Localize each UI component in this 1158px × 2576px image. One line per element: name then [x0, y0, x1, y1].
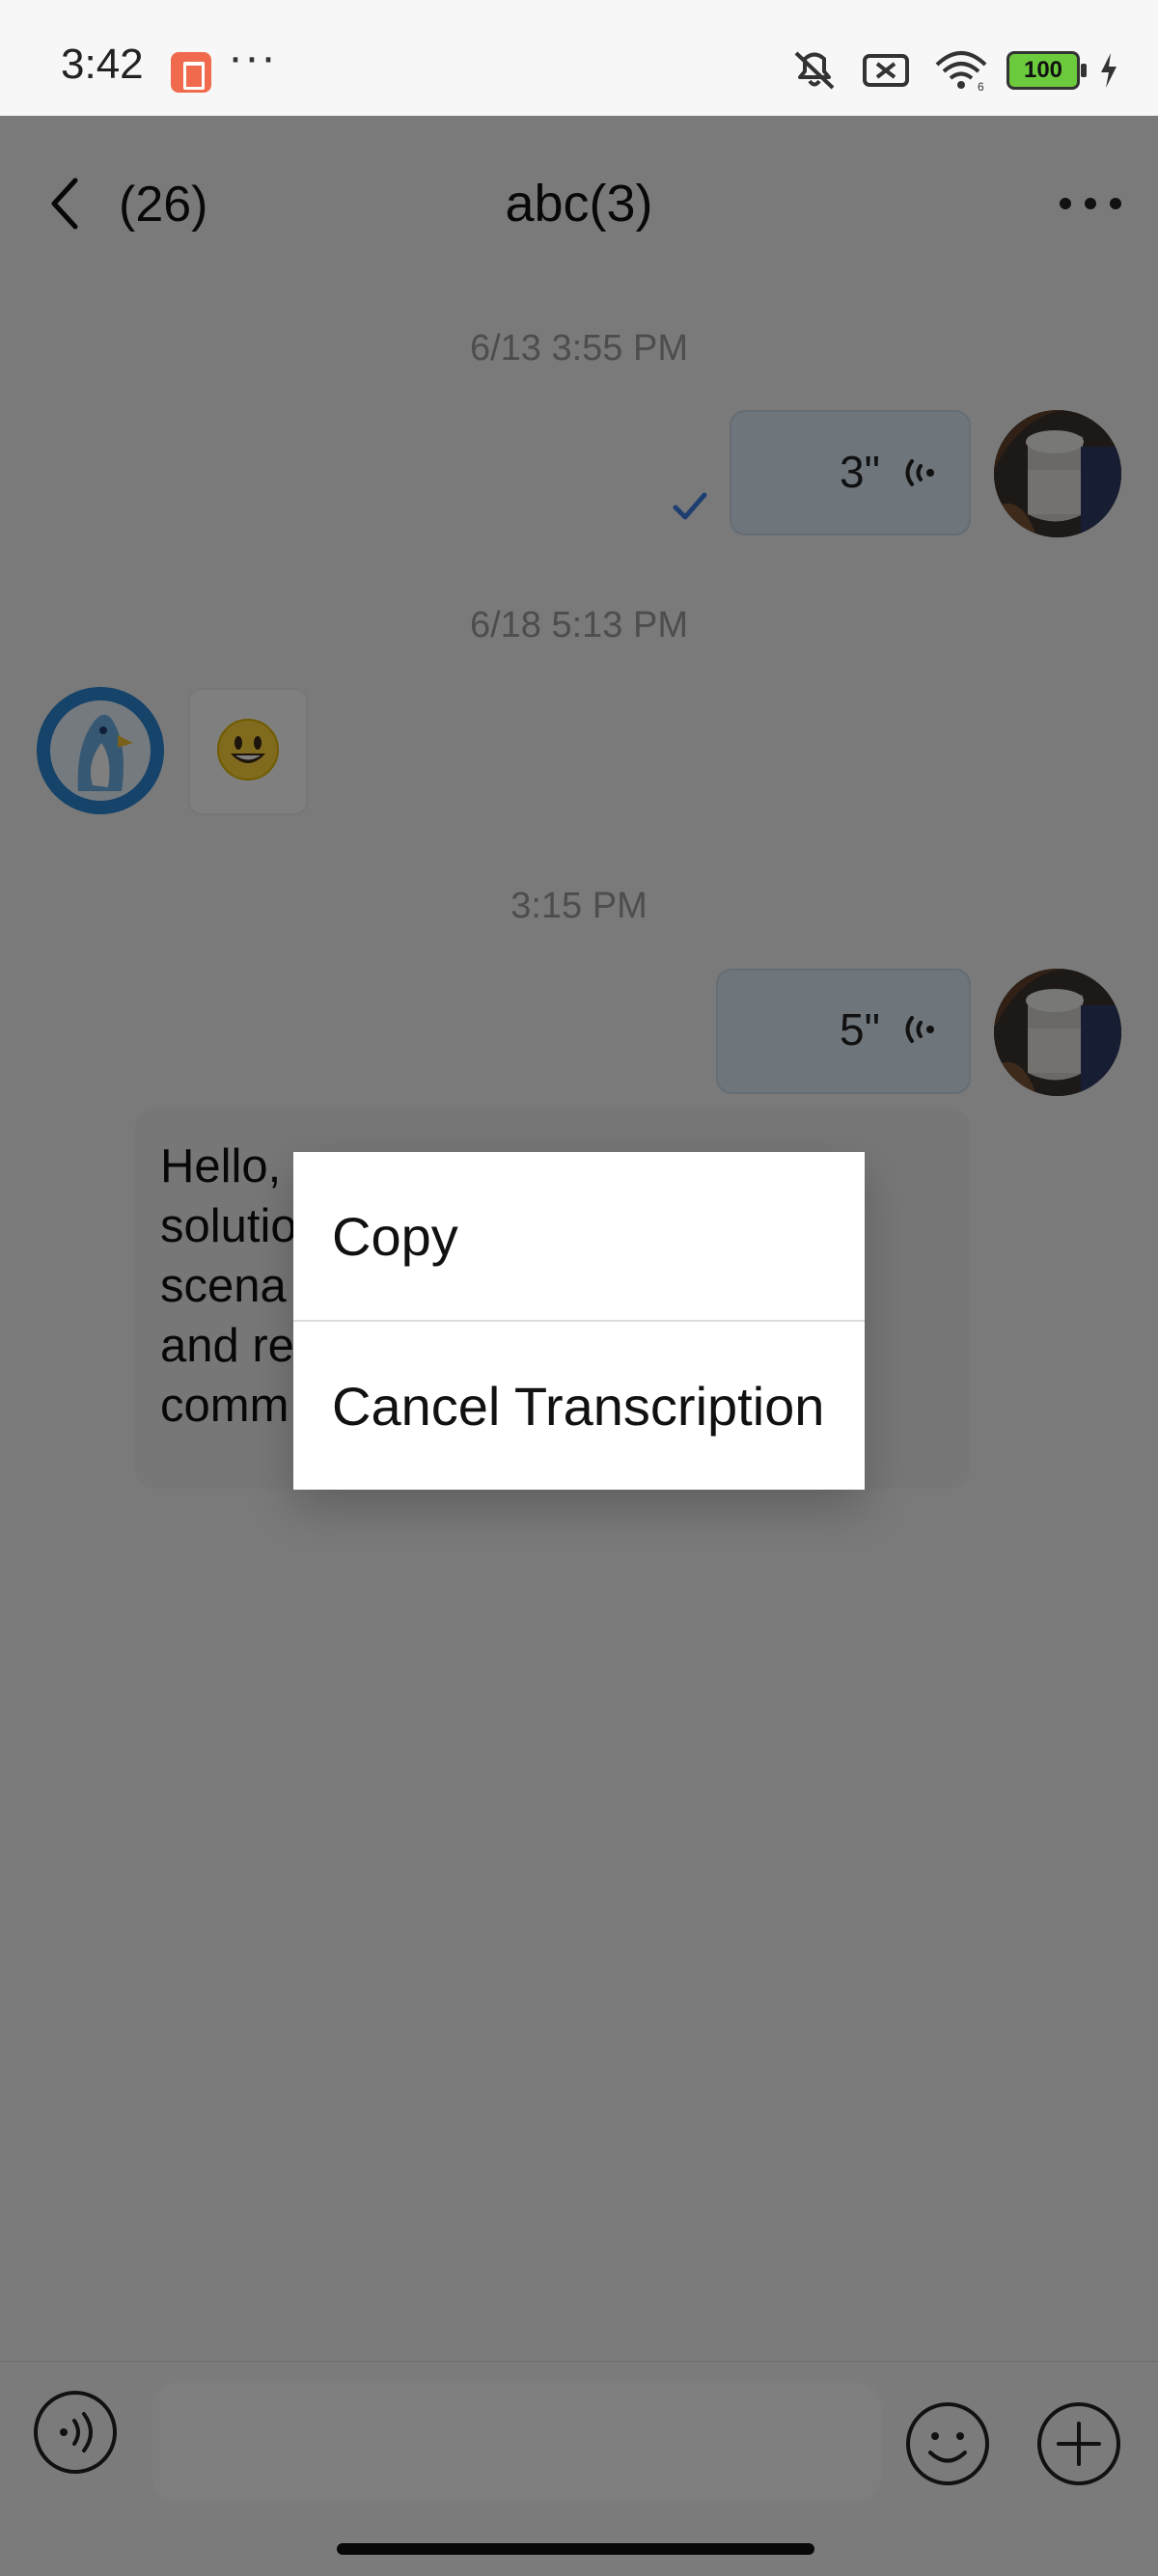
- app-icon: [171, 52, 211, 93]
- cancel-transcription-menu-item[interactable]: Cancel Transcription: [293, 1322, 865, 1491]
- battery-saver-icon: [860, 48, 916, 93]
- context-menu: Copy Cancel Transcription: [293, 1152, 865, 1490]
- charging-bolt-icon: [1097, 51, 1120, 90]
- status-icons: 6 100: [786, 46, 1120, 95]
- battery-level: 100: [1023, 57, 1063, 83]
- mute-icon: [786, 48, 842, 93]
- battery-icon: 100: [1006, 51, 1087, 90]
- wifi-6-icon: 6: [933, 48, 989, 94]
- copy-menu-item[interactable]: Copy: [293, 1152, 865, 1321]
- svg-text:6: 6: [978, 80, 984, 93]
- status-overflow-dots: ···: [228, 32, 277, 83]
- status-time: 3:42: [61, 41, 144, 88]
